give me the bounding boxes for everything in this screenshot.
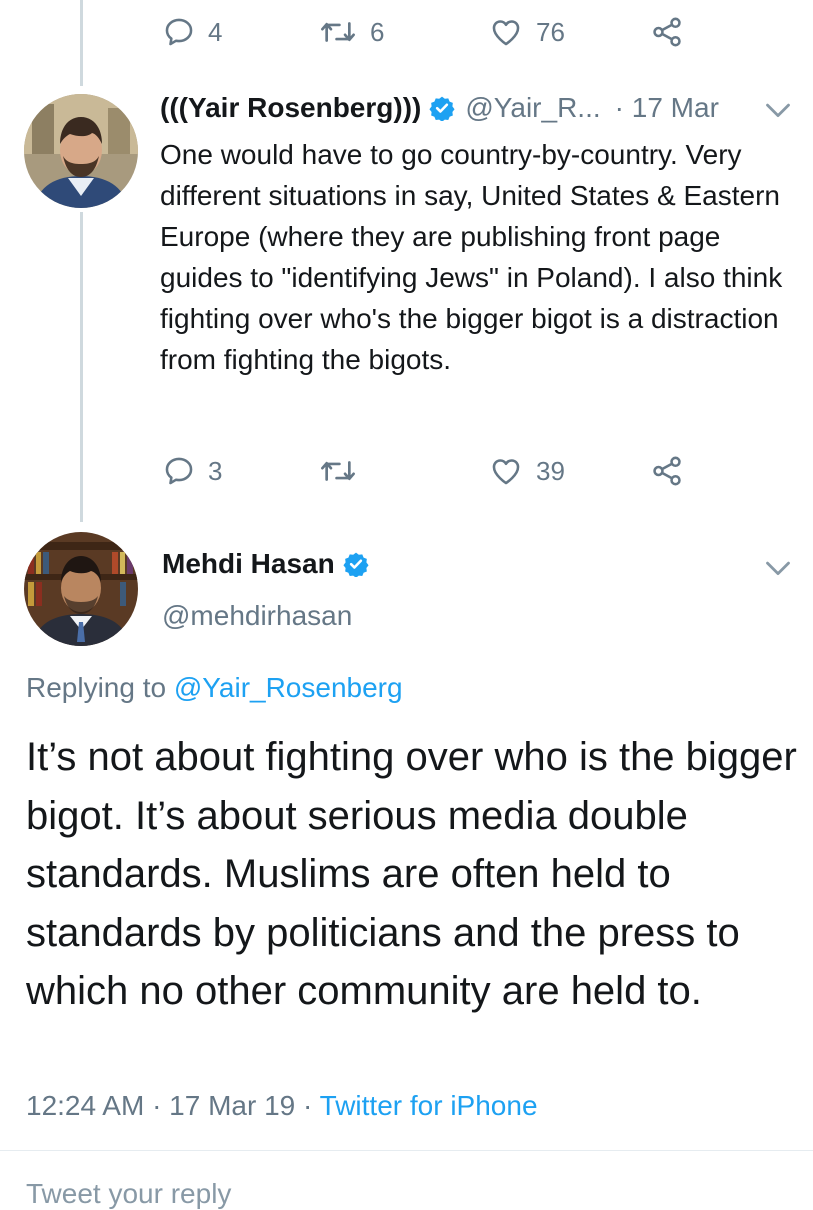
reply-action[interactable]: 4 <box>162 10 222 54</box>
reply-count: 4 <box>208 16 223 47</box>
reply-header: (((Yair Rosenberg))) @Yair_R... · 17 Mar <box>160 92 719 124</box>
retweet-action[interactable]: 6 <box>318 10 384 54</box>
reply-icon <box>162 454 196 488</box>
reply-count: 3 <box>208 455 223 486</box>
reply-tweet-actions: 3 39 <box>0 449 813 493</box>
retweet-action[interactable] <box>318 449 370 493</box>
avatar[interactable] <box>24 94 138 208</box>
share-action[interactable] <box>650 10 684 54</box>
prev-tweet-actions: 4 6 76 <box>0 10 813 54</box>
tweet-text: It’s not about fighting over who is the … <box>26 735 797 1013</box>
reply-action[interactable]: 3 <box>162 449 222 493</box>
like-action[interactable]: 39 <box>488 449 565 493</box>
share-action[interactable] <box>650 449 684 493</box>
tweet-meta: 12:24 AM · 17 Mar 19 · Twitter for iPhon… <box>26 1090 538 1122</box>
retweet-count: 6 <box>370 16 385 47</box>
verified-badge-icon <box>343 551 369 577</box>
reply-icon <box>162 15 196 49</box>
tweet-source-link[interactable]: Twitter for iPhone <box>320 1090 538 1121</box>
timestamp[interactable]: · 17 Mar <box>615 92 719 124</box>
like-count: 39 <box>536 455 565 486</box>
tweet-timestamp[interactable]: 12:24 AM · 17 Mar 19 · <box>26 1090 312 1121</box>
chevron-down-icon[interactable] <box>764 100 792 127</box>
handle[interactable]: @mehdirhasan <box>162 600 352 632</box>
display-name[interactable]: (((Yair Rosenberg))) <box>160 92 421 124</box>
verified-badge-icon <box>429 95 455 121</box>
divider <box>0 1150 813 1151</box>
replying-to: Replying to @Yair_Rosenberg <box>26 672 403 704</box>
retweet-icon <box>318 454 358 488</box>
chevron-down-icon[interactable] <box>764 558 792 585</box>
like-action[interactable]: 76 <box>488 10 565 54</box>
replying-label: Replying to <box>26 672 167 703</box>
display-name[interactable]: Mehdi Hasan <box>162 548 335 580</box>
main-author: Mehdi Hasan <box>162 548 369 580</box>
handle[interactable]: @Yair_R... <box>465 92 600 124</box>
like-icon <box>488 15 524 49</box>
like-count: 76 <box>536 16 565 47</box>
replying-to-link[interactable]: @Yair_Rosenberg <box>174 672 403 703</box>
like-icon <box>488 454 524 488</box>
avatar[interactable] <box>24 532 138 646</box>
share-icon <box>650 454 684 488</box>
tweet-text: One would have to go country-by-country.… <box>160 139 783 375</box>
reply-compose-input[interactable]: Tweet your reply <box>26 1178 231 1210</box>
retweet-icon <box>318 15 358 49</box>
share-icon <box>650 15 684 49</box>
